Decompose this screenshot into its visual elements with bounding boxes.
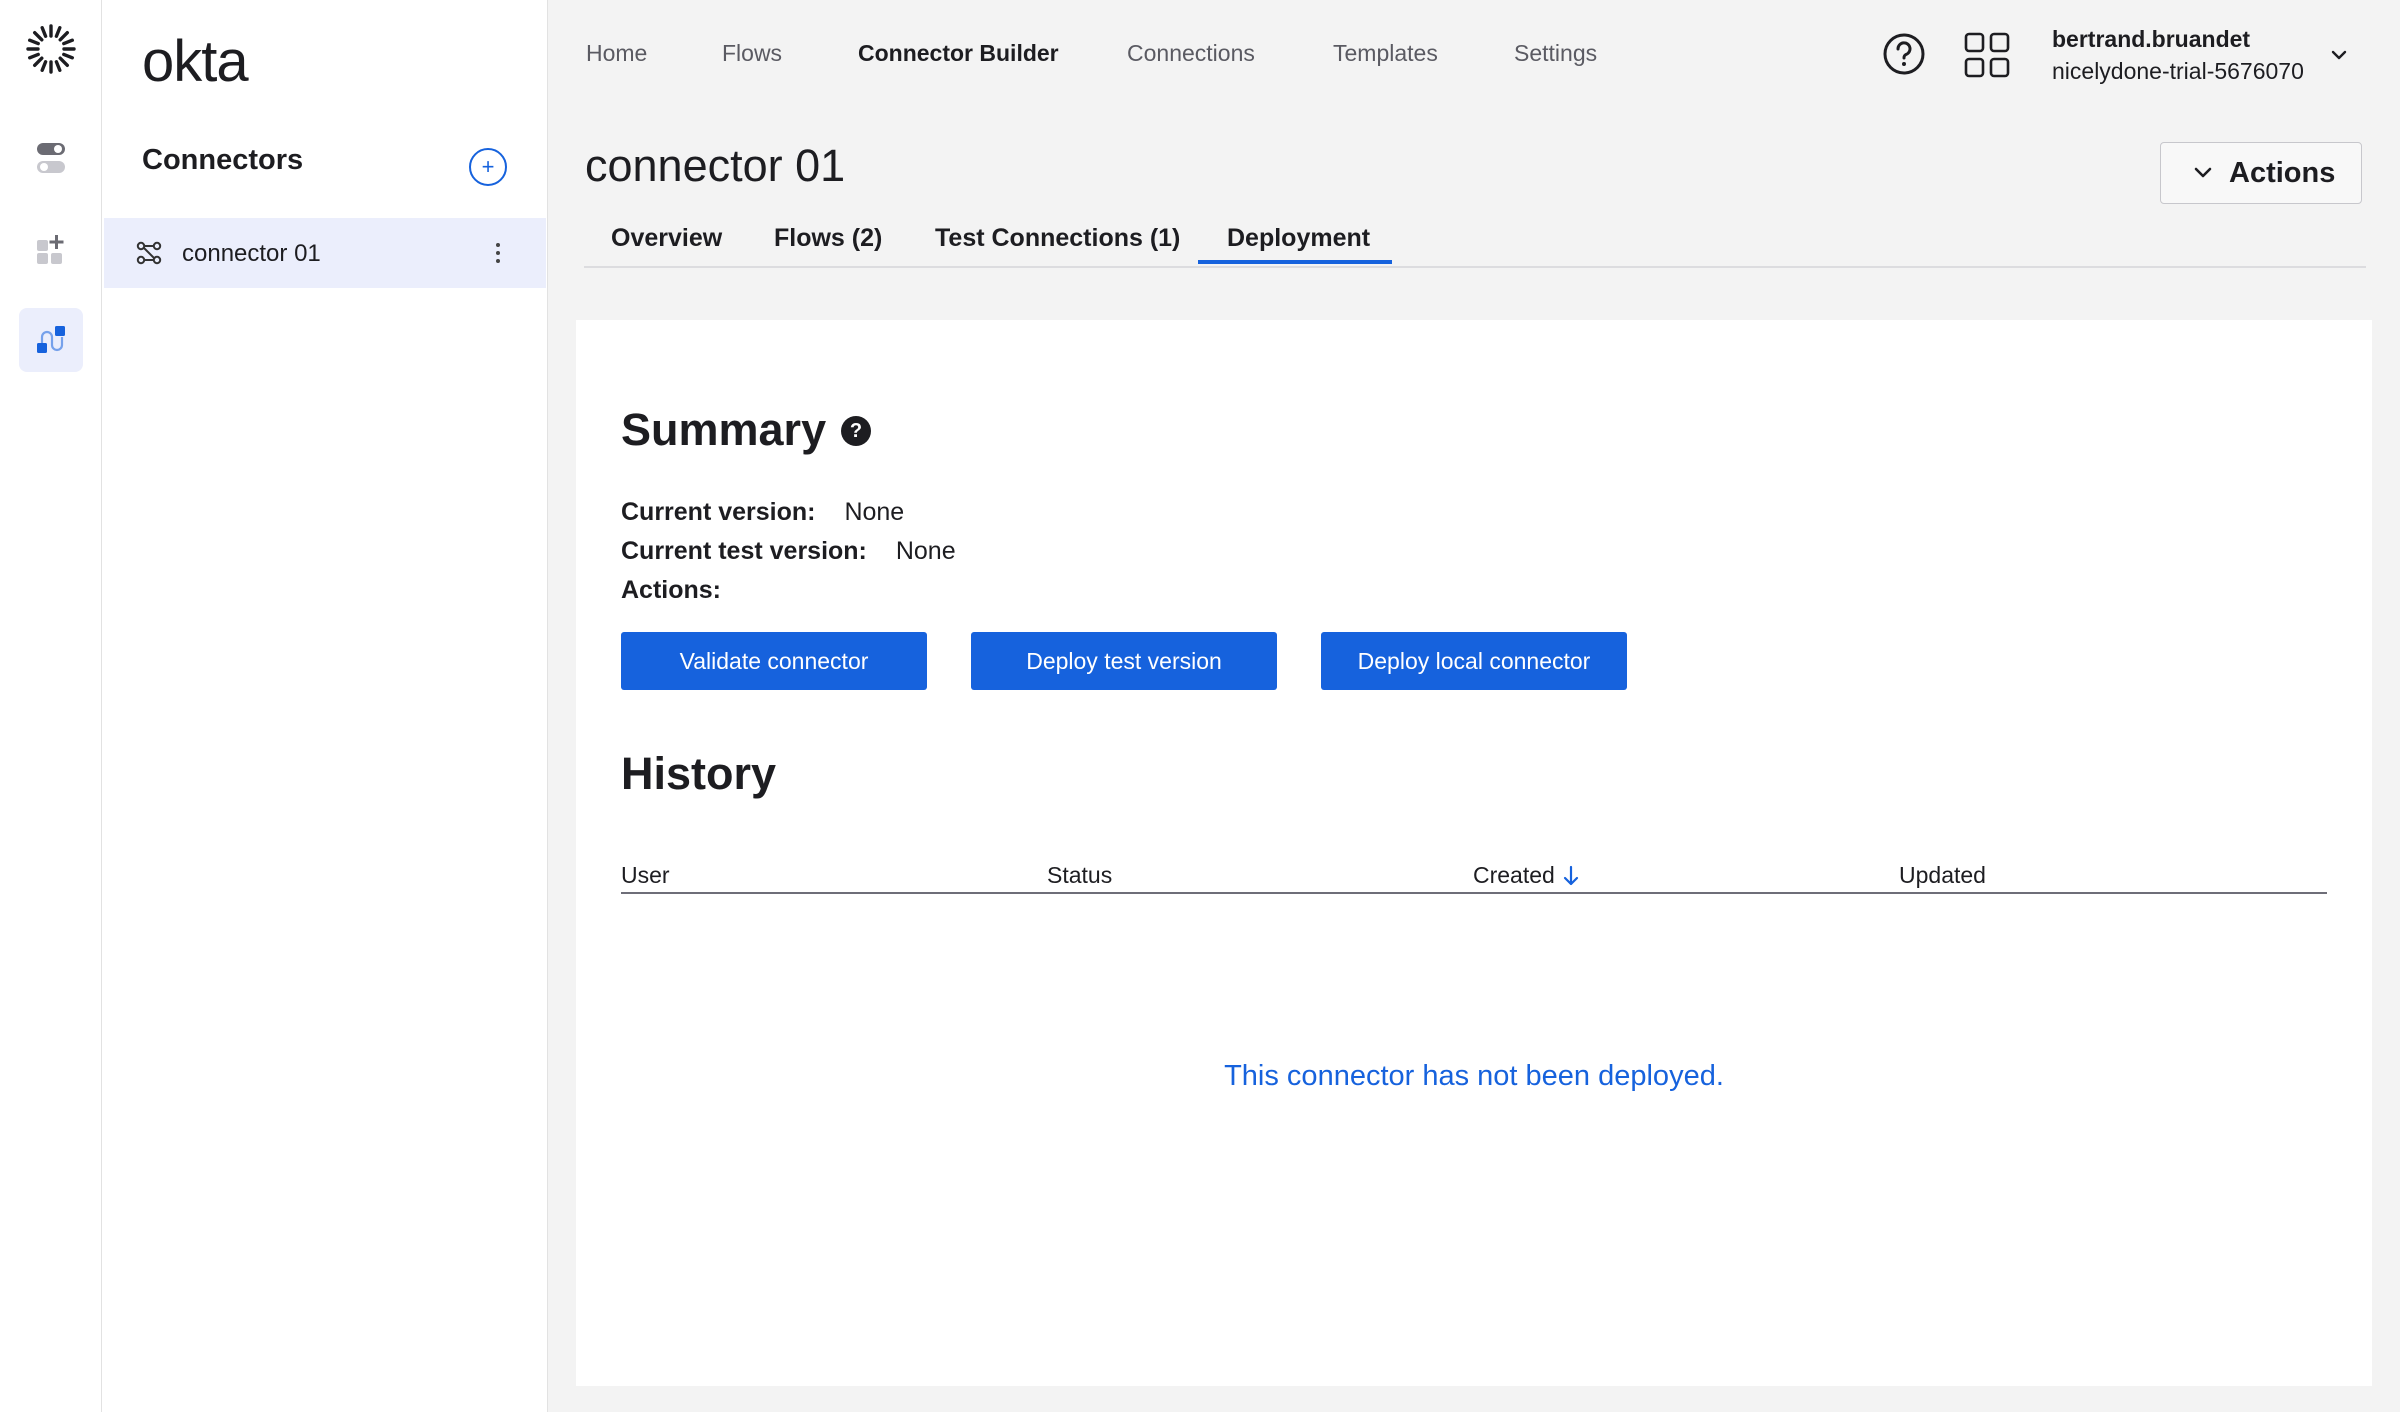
sort-arrow-down-icon [1563, 865, 1578, 885]
deploy-test-version-button[interactable]: Deploy test version [971, 632, 1277, 690]
actions-label: Actions: [621, 576, 721, 604]
actions-button[interactable]: Actions [2160, 142, 2362, 204]
nav-flows[interactable]: Flows [722, 40, 782, 67]
column-header-created-label: Created [1473, 862, 1555, 888]
column-header-updated-label: Updated [1899, 862, 1986, 888]
rail-item-toggles[interactable] [19, 126, 83, 190]
page-title: connector 01 [585, 140, 846, 191]
column-header-updated[interactable]: Updated [1899, 862, 1986, 889]
summary-heading: Summary [621, 404, 827, 455]
validate-connector-button[interactable]: Validate connector [621, 632, 927, 690]
tab-deployment[interactable]: Deployment [1227, 224, 1370, 253]
connector-list-item-label: connector 01 [182, 240, 321, 267]
add-connector-button[interactable]: + [469, 148, 507, 186]
app-rail [0, 0, 102, 1412]
current-test-version-row: Current test version: None [621, 537, 956, 566]
connector-icon [136, 241, 162, 265]
chevron-down-icon[interactable] [2330, 48, 2348, 62]
nav-home[interactable]: Home [586, 40, 647, 67]
nav-settings[interactable]: Settings [1514, 40, 1597, 67]
column-header-user[interactable]: User [621, 862, 670, 889]
tab-test-connections[interactable]: Test Connections (1) [935, 224, 1180, 253]
nav-connector-builder[interactable]: Connector Builder [858, 40, 1059, 67]
column-header-user-label: User [621, 862, 670, 888]
more-vertical-icon[interactable] [488, 237, 508, 269]
column-header-status[interactable]: Status [1047, 862, 1112, 889]
summary-help-glyph: ? [849, 419, 863, 442]
toggle-icon [37, 143, 65, 173]
user-org[interactable]: nicelydone-trial-5676070 [2052, 58, 2304, 85]
table-header-divider [621, 892, 2327, 894]
empty-state-message: This connector has not been deployed. [1224, 1060, 1724, 1092]
rail-item-connector-builder[interactable] [19, 308, 83, 372]
tab-overview[interactable]: Overview [611, 224, 722, 253]
actions-button-label: Actions [2229, 156, 2336, 189]
summary-help-icon[interactable]: ? [841, 416, 871, 446]
okta-logo[interactable]: okta [142, 28, 249, 95]
current-version-value: None [844, 498, 905, 526]
active-tab-indicator [1198, 260, 1392, 264]
current-test-version-value: None [895, 537, 956, 565]
connectors-heading: Connectors [142, 144, 304, 176]
add-app-icon [37, 235, 64, 264]
nav-templates[interactable]: Templates [1333, 40, 1438, 67]
connector-list-item[interactable]: connector 01 [104, 218, 546, 288]
history-table: User Status Created Updated [621, 840, 2327, 1192]
current-version-row: Current version: None [621, 498, 904, 527]
history-heading: History [621, 748, 777, 799]
current-test-version-label: Current test version: [621, 537, 867, 565]
deploy-local-connector-button[interactable]: Deploy local connector [1321, 632, 1627, 690]
plus-icon: + [481, 154, 495, 179]
connectors-panel: okta Connectors + connector 01 [102, 0, 548, 1412]
deployment-card: Summary ? Current version: None Current … [576, 320, 2372, 1386]
nav-connections[interactable]: Connections [1127, 40, 1255, 67]
app-switcher-icon[interactable] [1964, 32, 2010, 78]
connector-builder-icon [37, 326, 65, 353]
top-nav: Home Flows Connector Builder Connections… [548, 0, 2400, 110]
tab-bar: Overview Flows (2) Test Connections (1) … [584, 210, 2366, 268]
chevron-down-icon [2194, 167, 2212, 178]
actions-row: Actions: [621, 576, 721, 605]
rail-item-add-app[interactable] [19, 218, 83, 282]
column-header-created[interactable]: Created [1473, 862, 1579, 889]
help-icon[interactable] [1882, 32, 1926, 76]
user-name[interactable]: bertrand.bruandet [2052, 26, 2250, 53]
column-header-status-label: Status [1047, 862, 1113, 888]
okta-sunburst-logo-icon[interactable] [24, 22, 78, 76]
current-version-label: Current version: [621, 498, 816, 526]
tab-flows[interactable]: Flows (2) [774, 224, 882, 253]
